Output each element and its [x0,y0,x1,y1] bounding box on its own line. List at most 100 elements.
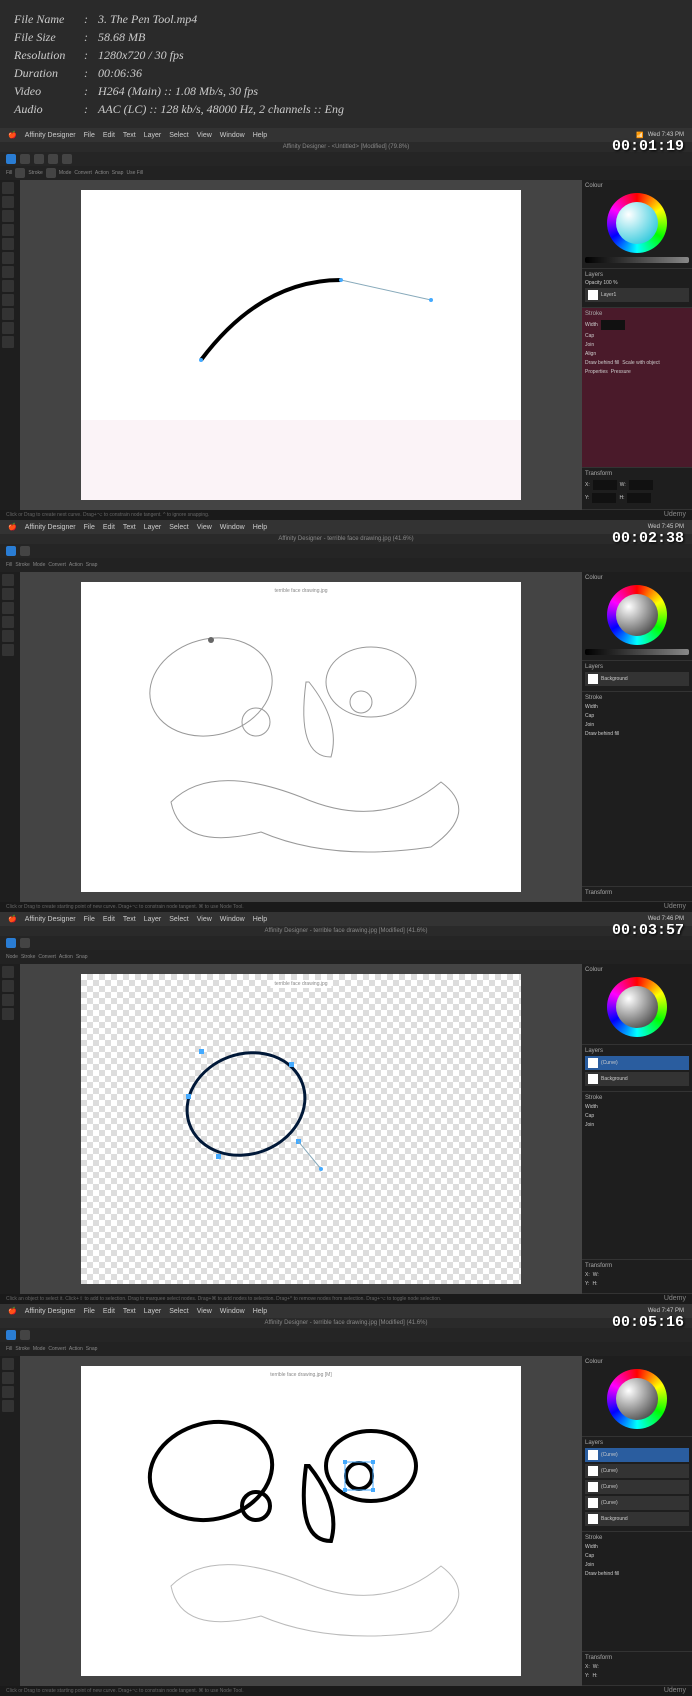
menu-edit[interactable]: Edit [103,916,115,923]
menu-layer[interactable]: Layer [144,132,162,139]
layer-item-background[interactable]: Background [585,1072,689,1086]
menu-text[interactable]: Text [123,916,136,923]
selection-handle[interactable] [371,1460,375,1464]
pixel-persona-icon[interactable] [20,154,30,164]
h-input[interactable] [627,493,651,503]
menu-view[interactable]: View [197,524,212,531]
layer-item-background[interactable]: Background [585,1512,689,1526]
app-name[interactable]: Affinity Designer [25,916,76,923]
pixel-persona-icon[interactable] [20,1330,30,1340]
canvas-viewport[interactable]: terrible face drawing.jpg [20,572,582,902]
menu-view[interactable]: View [197,916,212,923]
toolbar-button[interactable] [62,154,72,164]
shape-tool-icon[interactable] [2,280,14,292]
document-canvas[interactable]: terrible face drawing.jpg [M] [81,1366,521,1676]
pixel-persona-icon[interactable] [20,546,30,556]
zoom-tool-icon[interactable] [2,322,14,334]
canvas-viewport[interactable]: terrible face drawing.jpg [20,964,582,1294]
colour-wheel[interactable] [607,585,667,645]
colour-wheel[interactable] [607,1369,667,1429]
anchor-node[interactable] [186,1094,191,1099]
text-tool-icon[interactable] [2,294,14,306]
fill-tool-icon[interactable] [2,252,14,264]
anchor-point[interactable] [339,278,343,282]
pen-tool-icon[interactable] [2,210,14,222]
menu-layer[interactable]: Layer [144,1308,162,1315]
menu-file[interactable]: File [84,916,95,923]
menu-file[interactable]: File [84,132,95,139]
menu-window[interactable]: Window [220,1308,245,1315]
handle-point[interactable] [319,1167,323,1171]
menu-help[interactable]: Help [253,524,267,531]
color-picker-icon[interactable] [2,336,14,348]
anchor-point[interactable] [199,358,203,362]
menu-edit[interactable]: Edit [103,132,115,139]
colour-wheel[interactable] [607,977,667,1037]
node-tool-icon[interactable] [2,196,14,208]
move-tool-icon[interactable] [2,1358,14,1370]
brush-tool-icon[interactable] [2,238,14,250]
menu-file[interactable]: File [84,1308,95,1315]
stroke-swatch[interactable] [46,168,56,178]
anchor-node[interactable] [216,1154,221,1159]
document-canvas[interactable]: terrible face drawing.jpg [81,582,521,892]
handle-point[interactable] [429,298,433,302]
y-input[interactable] [592,493,616,503]
layer-item-curve[interactable]: (Curve) [585,1480,689,1494]
text-tool-icon[interactable] [2,630,14,642]
document-canvas[interactable] [81,190,521,500]
bezier-handle[interactable] [298,1141,321,1169]
app-name[interactable]: Affinity Designer [25,132,76,139]
canvas-viewport[interactable] [20,180,582,510]
menu-select[interactable]: Select [169,1308,188,1315]
menu-help[interactable]: Help [253,916,267,923]
menu-view[interactable]: View [197,1308,212,1315]
shape-tool-icon[interactable] [2,1400,14,1412]
opacity-slider[interactable] [585,257,689,263]
apple-icon[interactable]: 🍎 [8,915,17,923]
layer-item[interactable]: Layer1 [585,288,689,302]
selection-handle[interactable] [343,1488,347,1492]
node-tool-icon[interactable] [2,588,14,600]
designer-persona-icon[interactable] [6,938,16,948]
move-tool-icon[interactable] [2,574,14,586]
shape-tool-icon[interactable] [2,1008,14,1020]
apple-icon[interactable]: 🍎 [8,1307,17,1315]
layer-item-curve[interactable]: (Curve) [585,1464,689,1478]
menu-text[interactable]: Text [123,1308,136,1315]
menu-select[interactable]: Select [169,916,188,923]
anchor-node[interactable] [199,1049,204,1054]
menu-layer[interactable]: Layer [144,524,162,531]
fill-swatch[interactable] [15,168,25,178]
designer-persona-icon[interactable] [6,546,16,556]
menu-help[interactable]: Help [253,1308,267,1315]
hand-tool-icon[interactable] [2,308,14,320]
selection-handle[interactable] [371,1488,375,1492]
node-tool-icon[interactable] [2,1372,14,1384]
menu-select[interactable]: Select [169,524,188,531]
selection-handle[interactable] [343,1460,347,1464]
node-tool-icon[interactable] [2,980,14,992]
designer-persona-icon[interactable] [6,154,16,164]
pen-tool-icon[interactable] [2,1386,14,1398]
menu-edit[interactable]: Edit [103,1308,115,1315]
app-name[interactable]: Affinity Designer [25,1308,76,1315]
apple-icon[interactable]: 🍎 [8,523,17,531]
export-persona-icon[interactable] [34,154,44,164]
layer-item-curve[interactable]: (Curve) [585,1056,689,1070]
menu-file[interactable]: File [84,524,95,531]
menu-window[interactable]: Window [220,524,245,531]
menu-select[interactable]: Select [169,132,188,139]
anchor-node[interactable] [289,1062,294,1067]
menu-window[interactable]: Window [220,132,245,139]
pixel-persona-icon[interactable] [20,938,30,948]
canvas-viewport[interactable]: terrible face drawing.jpg [M] [20,1356,582,1686]
layer-item-curve[interactable]: (Curve) [585,1496,689,1510]
drawn-curve[interactable] [201,280,341,360]
opacity-slider[interactable] [585,649,689,655]
menu-layer[interactable]: Layer [144,916,162,923]
layer-item-curve[interactable]: (Curve) [585,1448,689,1462]
menu-text[interactable]: Text [123,132,136,139]
menu-window[interactable]: Window [220,916,245,923]
bezier-handle[interactable] [341,280,431,300]
